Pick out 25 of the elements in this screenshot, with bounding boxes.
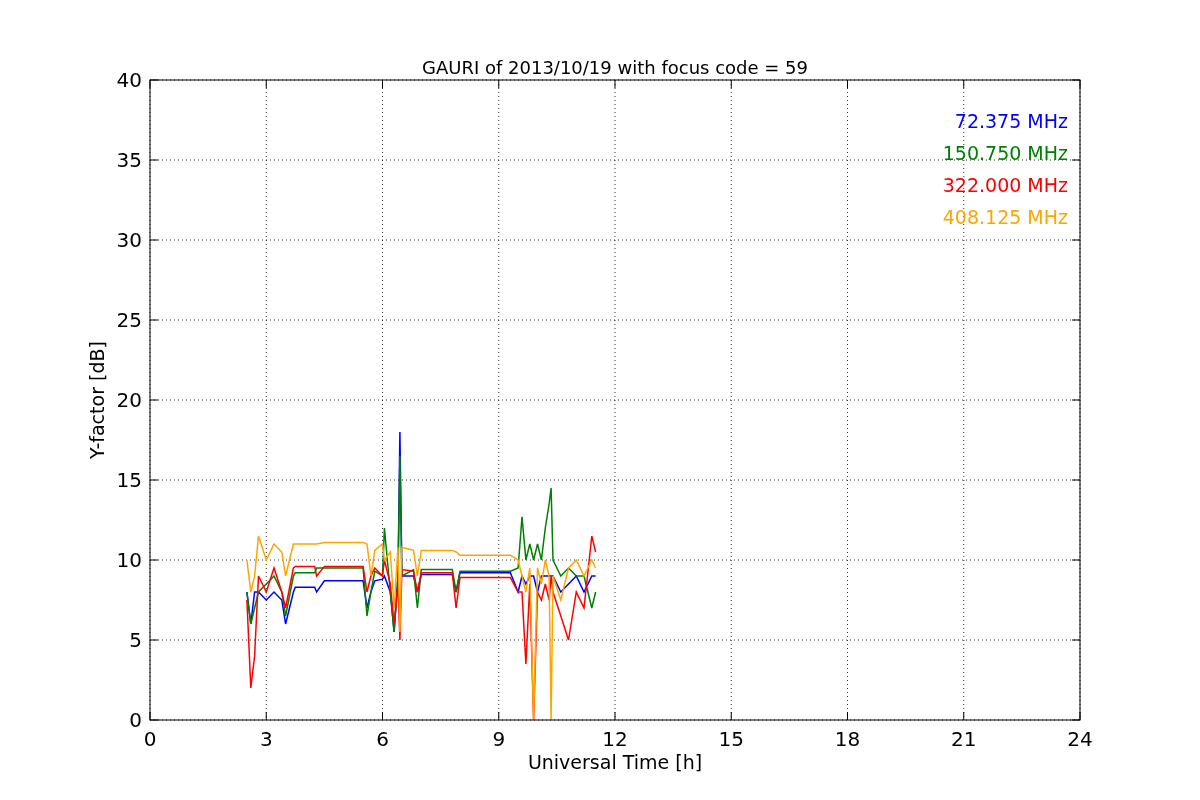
legend-label: 322.000 MHz	[942, 174, 1068, 196]
x-tick-label: 3	[259, 727, 273, 751]
x-axis-label: Universal Time [h]	[527, 751, 703, 773]
y-tick-label: 20	[116, 388, 142, 412]
y-tick-label: 0	[129, 708, 142, 732]
x-tick-label: 18	[834, 727, 861, 751]
legend-label: 72.375 MHz	[954, 110, 1068, 132]
y-tick-label: 30	[116, 228, 142, 252]
legend-label: 408.125 MHz	[942, 206, 1068, 228]
y-tick-label: 25	[116, 308, 142, 332]
y-axis-label: Y-factor [dB]	[86, 341, 108, 459]
y-tick-label: 35	[116, 148, 142, 172]
y-tick-label: 40	[116, 68, 142, 92]
legend-label: 150.750 MHz	[942, 142, 1068, 164]
x-tick-label: 6	[376, 727, 389, 751]
chart-title: GAURI of 2013/10/19 with focus code = 59	[422, 57, 808, 78]
x-tick-label: 15	[718, 727, 744, 751]
x-tick-label: 21	[951, 727, 977, 751]
y-tick-label: 10	[116, 548, 142, 572]
x-tick-label: 12	[602, 727, 628, 751]
y-tick-label: 15	[116, 468, 142, 492]
x-tick-label: 24	[1067, 727, 1093, 751]
y-tick-label: 5	[129, 628, 142, 652]
x-tick-label: 0	[143, 727, 157, 751]
x-tick-label: 9	[492, 727, 506, 751]
